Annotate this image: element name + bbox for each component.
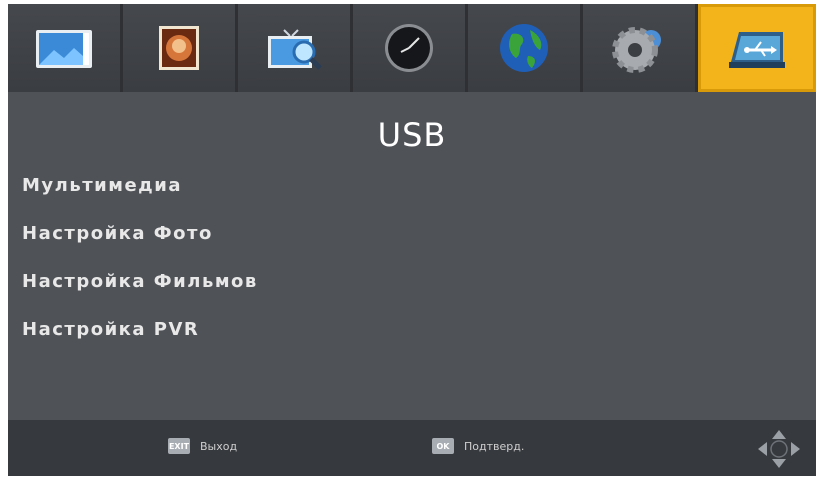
search-tv-icon	[268, 29, 322, 70]
exit-key-icon: EXIT	[168, 438, 190, 454]
language-tab[interactable]	[468, 4, 583, 92]
globe-icon	[500, 24, 548, 72]
usb-icon	[729, 32, 785, 68]
tv-picture-tab[interactable]	[8, 4, 123, 92]
menu-item-photo-settings[interactable]: Настройка Фото	[22, 220, 258, 268]
bottom-hint-bar: EXIT Выход OK Подтверд.	[8, 420, 816, 476]
ok-key-icon: OK	[432, 438, 454, 454]
exit-hint-label: Выход	[200, 439, 238, 453]
usb-tab[interactable]	[698, 4, 816, 92]
system-tab[interactable]	[583, 4, 698, 92]
photo-tab[interactable]	[123, 4, 238, 92]
gear-disc-icon	[612, 27, 661, 73]
picture-icon	[36, 30, 92, 68]
ok-hint-label: Подтверд.	[464, 439, 525, 453]
menu-item-movie-settings[interactable]: Настройка Фильмов	[22, 268, 258, 316]
channel-search-tab[interactable]	[238, 4, 353, 92]
photo-icon	[159, 26, 199, 70]
menu-item-pvr-settings[interactable]: Настройка PVR	[22, 316, 258, 364]
exit-hint[interactable]: EXIT Выход	[168, 438, 237, 454]
page-title: USB	[377, 116, 447, 154]
clock-icon	[385, 24, 433, 72]
time-tab[interactable]	[353, 4, 468, 92]
ok-hint[interactable]: OK Подтверд.	[432, 438, 524, 454]
main-menu-tab-bar	[8, 4, 816, 92]
navigation-arrows-icon	[758, 430, 800, 468]
usb-menu-list: Мультимедиа Настройка Фото Настройка Фил…	[22, 172, 258, 364]
osd-screen: USB Мультимедиа Настройка Фото Настройка…	[8, 4, 816, 476]
menu-item-multimedia[interactable]: Мультимедиа	[22, 172, 258, 220]
